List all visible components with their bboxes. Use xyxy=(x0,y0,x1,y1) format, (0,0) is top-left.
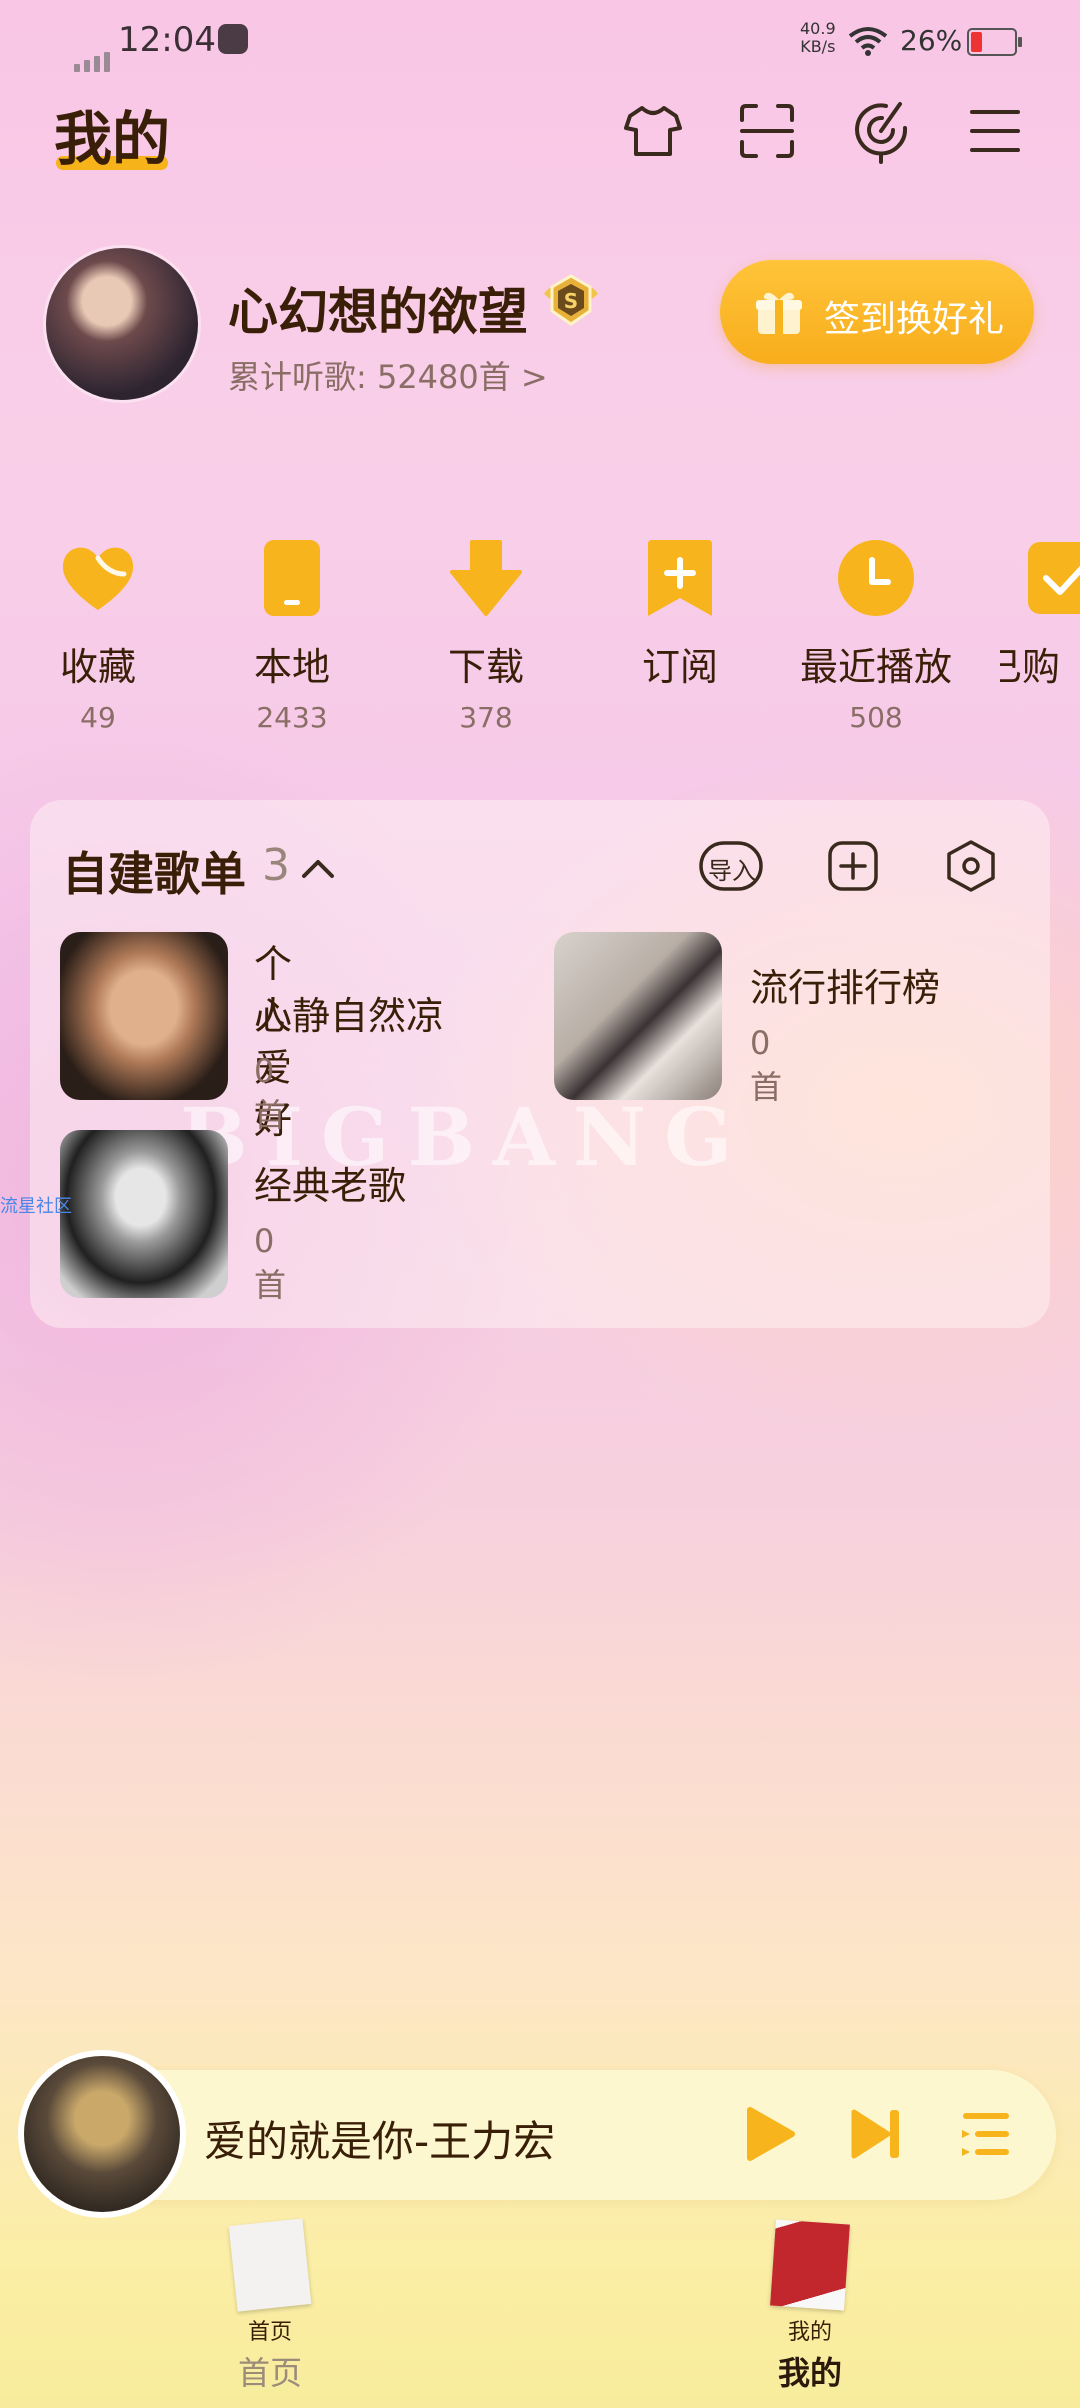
playlist-queue-icon[interactable] xyxy=(956,2104,1016,2164)
radar-icon[interactable] xyxy=(848,98,914,164)
now-playing-title[interactable]: 爱的就是你-王力宏 xyxy=(204,2108,555,2169)
avatar[interactable] xyxy=(46,248,198,400)
net-speed: 40.9 KB/s xyxy=(800,19,836,56)
tshirt-icon[interactable] xyxy=(620,98,686,164)
playlist-item[interactable]: 流行排行榜 0首 xyxy=(554,932,940,1106)
mine-tab-icon xyxy=(770,2219,850,2311)
app-notification-icon xyxy=(218,24,248,54)
settings-hex-icon[interactable] xyxy=(938,838,1004,894)
quick-action-favorites[interactable]: 收藏 49 xyxy=(8,538,188,734)
add-playlist-button[interactable] xyxy=(820,838,886,894)
subscribe-icon xyxy=(640,538,720,618)
quick-action-download[interactable]: 下载 378 xyxy=(396,538,576,734)
svg-text:S: S xyxy=(564,289,578,313)
wifi-icon xyxy=(848,27,888,56)
status-time: 12:04 xyxy=(118,20,216,60)
page-title: 我的 xyxy=(54,92,170,176)
import-button[interactable]: 导入 xyxy=(698,838,764,894)
purchased-icon xyxy=(1024,538,1080,618)
quick-action-purchased[interactable]: 已购 xyxy=(1000,538,1080,698)
vip-badge-icon[interactable]: S xyxy=(540,272,602,330)
playlist-cover xyxy=(554,932,722,1100)
scan-icon[interactable] xyxy=(734,98,800,164)
quick-action-subscribe[interactable]: 订阅 xyxy=(590,538,770,691)
now-playing-cover[interactable] xyxy=(24,2056,180,2212)
battery-icon xyxy=(967,28,1022,56)
playlist-item[interactable]: 经典老歌 0首 xyxy=(60,1130,406,1304)
heart-icon xyxy=(58,538,138,618)
nav-home[interactable]: 首页 首页 xyxy=(170,2218,370,2394)
signin-button[interactable]: 签到换好礼 xyxy=(720,260,1034,364)
playlist-cover xyxy=(60,932,228,1100)
signin-label: 签到换好礼 xyxy=(824,299,1005,340)
quick-action-local[interactable]: 本地 2433 xyxy=(202,538,382,734)
next-icon[interactable] xyxy=(846,2104,906,2164)
phone-icon xyxy=(252,538,332,618)
listen-count[interactable]: 累计听歌: 52480首 > xyxy=(228,352,548,398)
quick-action-recent[interactable]: 最近播放 508 xyxy=(786,538,966,734)
status-bar: 12:04 40.9 KB/s 26% xyxy=(0,0,1080,84)
clock-icon xyxy=(836,538,916,618)
menu-icon[interactable] xyxy=(962,98,1028,164)
home-tab-icon xyxy=(228,2218,312,2312)
gift-icon xyxy=(756,292,802,334)
username[interactable]: 心幻想的欲望 xyxy=(228,272,528,344)
playlist-cover xyxy=(60,1130,228,1298)
playlist-count: 3 xyxy=(262,840,290,891)
side-community-link[interactable]: 流星社区 xyxy=(0,1192,72,1218)
play-icon[interactable] xyxy=(738,2104,798,2164)
chevron-up-icon[interactable] xyxy=(300,852,336,882)
playlist-section-title: 自建歌单 xyxy=(62,847,246,901)
signal-icon xyxy=(74,34,114,72)
playlist-item[interactable]: 个人爱好 心静自然凉 0首 xyxy=(60,932,444,1142)
download-icon xyxy=(446,538,526,618)
nav-mine[interactable]: 我的 我的 xyxy=(710,2219,910,2394)
battery-percent: 26% xyxy=(900,24,963,57)
